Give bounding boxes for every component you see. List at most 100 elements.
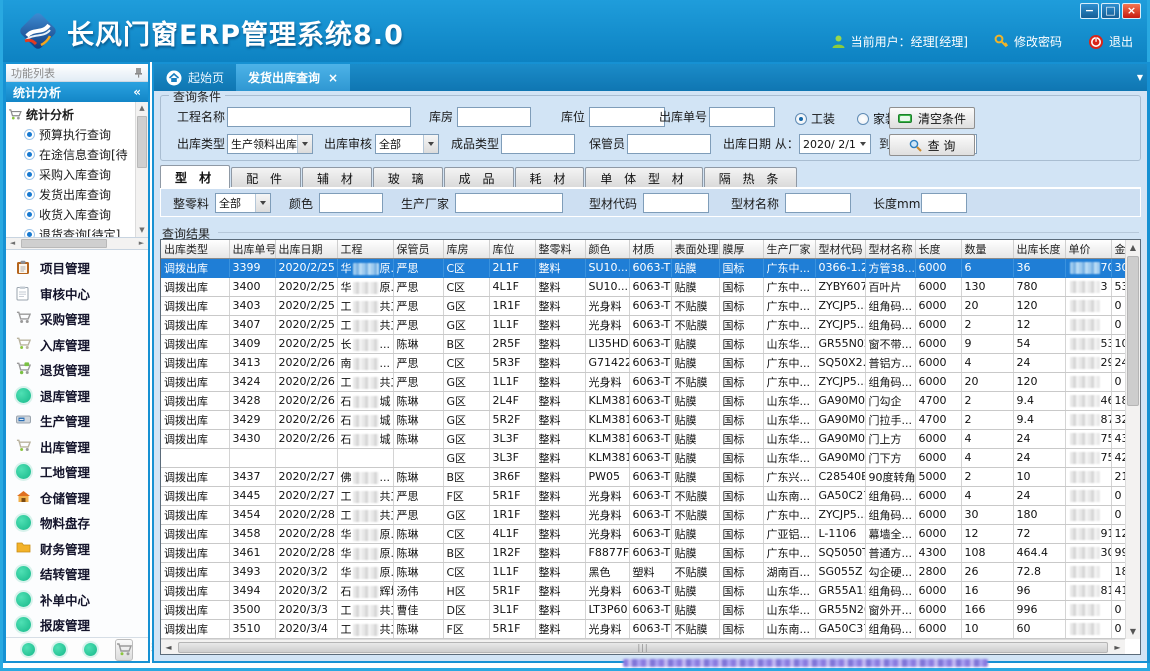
tree-root-statistics[interactable]: 统计分析 (8, 104, 134, 124)
scroll-left-icon[interactable]: ◄ (6, 239, 19, 247)
material-tab[interactable]: 配 件 (231, 167, 301, 188)
maximize-button[interactable]: □ (1101, 3, 1120, 19)
sidebar-item-报废管理[interactable]: 报废管理 (6, 612, 148, 638)
table-row[interactable]: 调拨出库34002020/2/25华原...严思C区4L1F整料SU10...6… (161, 277, 1141, 296)
tab-home[interactable]: 起始页 (154, 64, 236, 91)
sidebar-item-出库管理[interactable]: 出库管理 (6, 433, 148, 459)
module-dot-icon[interactable] (84, 643, 97, 656)
column-header[interactable]: 库位 (489, 240, 535, 258)
tree-item[interactable]: 退货查询[待定] (8, 224, 134, 238)
product-type-input[interactable] (501, 134, 575, 154)
table-row[interactable]: 调拨出库34372020/2/27佛...陈琳B区3R6F整料PW056063-… (161, 467, 1141, 486)
profile-name-input[interactable] (785, 193, 851, 213)
material-tab[interactable]: 辅 材 (302, 167, 372, 188)
section-header-statistics[interactable]: 统计分析 « (6, 82, 148, 102)
material-tab[interactable]: 隔 热 条 (704, 167, 798, 188)
profile-code-input[interactable] (643, 193, 709, 213)
material-tab[interactable]: 单 体 型 材 (585, 167, 702, 188)
column-header[interactable]: 整零料 (535, 240, 585, 258)
pin-icon[interactable] (134, 67, 143, 78)
column-header[interactable]: 出库长度 (1013, 240, 1065, 258)
order-no-input[interactable] (709, 107, 775, 127)
tree-vertical-scrollbar[interactable]: ▲ ▼ (135, 102, 148, 237)
tree-item[interactable]: 发货出库查询 (8, 184, 134, 204)
sidebar-item-退库管理[interactable]: 退库管理 (6, 382, 148, 408)
close-button[interactable]: × (1122, 3, 1141, 19)
module-dot-icon[interactable] (22, 643, 35, 656)
tree-horizontal-scrollbar[interactable]: ◄ ► (6, 238, 148, 250)
sidebar-item-生产管理[interactable]: 生产管理 (6, 408, 148, 434)
column-header[interactable]: 出库单号 (229, 240, 275, 258)
change-password-button[interactable]: 修改密码 (994, 33, 1062, 50)
column-header[interactable]: 数量 (961, 240, 1013, 258)
grid-horizontal-scrollbar[interactable]: ◄ ||| ► (161, 639, 1125, 654)
table-row[interactable]: 调拨出库34242020/2/26工共工程严思G区1L1F整料光身料6063-T… (161, 372, 1141, 391)
scroll-right-icon[interactable]: ► (1110, 643, 1125, 652)
radio-gongzhuang[interactable]: 工装 (795, 110, 835, 127)
column-header[interactable]: 库房 (443, 240, 489, 258)
tab-overflow-icon[interactable]: ▼ (1137, 73, 1143, 82)
factory-input[interactable] (455, 193, 563, 213)
outbound-type-select[interactable]: 生产领料出库 (227, 134, 313, 154)
color-input[interactable] (319, 193, 383, 213)
column-header[interactable]: 出库类型 (161, 240, 229, 258)
date-from-picker[interactable]: 2020/ 2/16 (799, 134, 871, 154)
grid-vertical-scrollbar[interactable]: ▲ ▼ (1125, 240, 1140, 639)
column-header[interactable]: 出库日期 (275, 240, 337, 258)
table-row[interactable]: 调拨出库34582020/2/28华原...陈琳C区4L1F整料光身料6063-… (161, 524, 1141, 543)
sidebar-item-审核中心[interactable]: 审核中心 (6, 280, 148, 306)
table-row[interactable]: 调拨出库34032020/2/25工共工程严思G区1R1F整料光身料6063-T… (161, 296, 1141, 315)
tab-delivery-outbound-query[interactable]: 发货出库查询 × (236, 64, 350, 91)
table-row[interactable]: 调拨出库34072020/2/25工共工程严思G区1L1F整料光身料6063-T… (161, 315, 1141, 334)
table-row[interactable]: G区3L3F整料KLM38176063-T5贴膜国标山东华...GA90M09.… (161, 448, 1141, 467)
sidebar-item-结转管理[interactable]: 结转管理 (6, 561, 148, 587)
table-row[interactable]: 调拨出库34282020/2/26石城陈琳G区2L4F整料KLM38176063… (161, 391, 1141, 410)
scroll-up-icon[interactable]: ▲ (136, 102, 148, 115)
column-header[interactable]: 长度 (915, 240, 961, 258)
table-row[interactable]: 调拨出库34612020/2/28华原...陈琳B区1R2F整料F8877FT6… (161, 543, 1141, 562)
length-input[interactable] (921, 193, 967, 213)
column-header[interactable]: 材质 (629, 240, 671, 258)
collapse-icon[interactable]: « (133, 85, 141, 99)
sidebar-item-仓储管理[interactable]: 仓储管理 (6, 484, 148, 510)
sidebar-item-补单中心[interactable]: 补单中心 (6, 586, 148, 612)
table-row[interactable]: 调拨出库34542020/2/28工共工程严思G区1R1F整料光身料6063-T… (161, 505, 1141, 524)
material-tab[interactable]: 耗 材 (515, 167, 585, 188)
column-header[interactable]: 颜色 (585, 240, 629, 258)
minimize-button[interactable]: − (1080, 3, 1099, 19)
sidebar-item-采购管理[interactable]: 采购管理 (6, 306, 148, 332)
whole-part-select[interactable]: 全部 (215, 193, 271, 213)
table-row[interactable]: 调拨出库35002020/3/3工共工程曹佳D区3L1F整料LT3P606063… (161, 600, 1141, 619)
module-dot-icon[interactable] (53, 643, 66, 656)
logout-button[interactable]: 退出 (1088, 33, 1133, 50)
scrollbar-thumb[interactable]: ||| (178, 642, 1108, 653)
column-header[interactable]: 表面处理 (671, 240, 719, 258)
material-tab[interactable]: 玻 璃 (373, 167, 443, 188)
scroll-up-icon[interactable]: ▲ (1126, 240, 1140, 255)
tree-item[interactable]: 在途信息查询[待 (8, 144, 134, 164)
tree-item[interactable]: 采购入库查询 (8, 164, 134, 184)
scrollbar-thumb[interactable] (21, 239, 107, 248)
scroll-left-icon[interactable]: ◄ (161, 643, 176, 652)
column-header[interactable]: 单价 (1065, 240, 1111, 258)
tree-item[interactable]: 预算执行查询 (8, 124, 134, 144)
sidebar-item-项目管理[interactable]: 项目管理 (6, 255, 148, 281)
cart-module-button[interactable] (115, 639, 133, 661)
column-header[interactable]: 生产厂家 (763, 240, 815, 258)
sidebar-item-财务管理[interactable]: 财务管理 (6, 535, 148, 561)
column-header[interactable]: 型材代码 (815, 240, 865, 258)
material-tab[interactable]: 成 品 (444, 167, 514, 188)
tab-close-icon[interactable]: × (328, 71, 338, 85)
scroll-down-icon[interactable]: ▼ (136, 224, 148, 237)
table-row[interactable]: 调拨出库35102020/3/4工共工程陈琳F区5R1F整料光身料6063-T5… (161, 619, 1141, 638)
scroll-down-icon[interactable]: ▼ (1126, 624, 1140, 639)
table-row[interactable]: 调拨出库34132020/2/26南...严思C区5R3F整料G71422606… (161, 353, 1141, 372)
table-row[interactable]: 调拨出库33992020/2/25华原...严思C区2L1F整料SU10...6… (161, 258, 1141, 277)
scroll-right-icon[interactable]: ► (135, 239, 148, 247)
column-header[interactable]: 保管员 (393, 240, 443, 258)
tree-item[interactable]: 收货入库查询 (8, 204, 134, 224)
sidebar-item-工地管理[interactable]: 工地管理 (6, 459, 148, 485)
search-button[interactable]: 查 询 (889, 134, 975, 156)
table-row[interactable]: 调拨出库34932020/3/2华原...陈琳C区1L1F整料黑色塑料不贴膜国标… (161, 562, 1141, 581)
audit-select[interactable]: 全部 (375, 134, 439, 154)
